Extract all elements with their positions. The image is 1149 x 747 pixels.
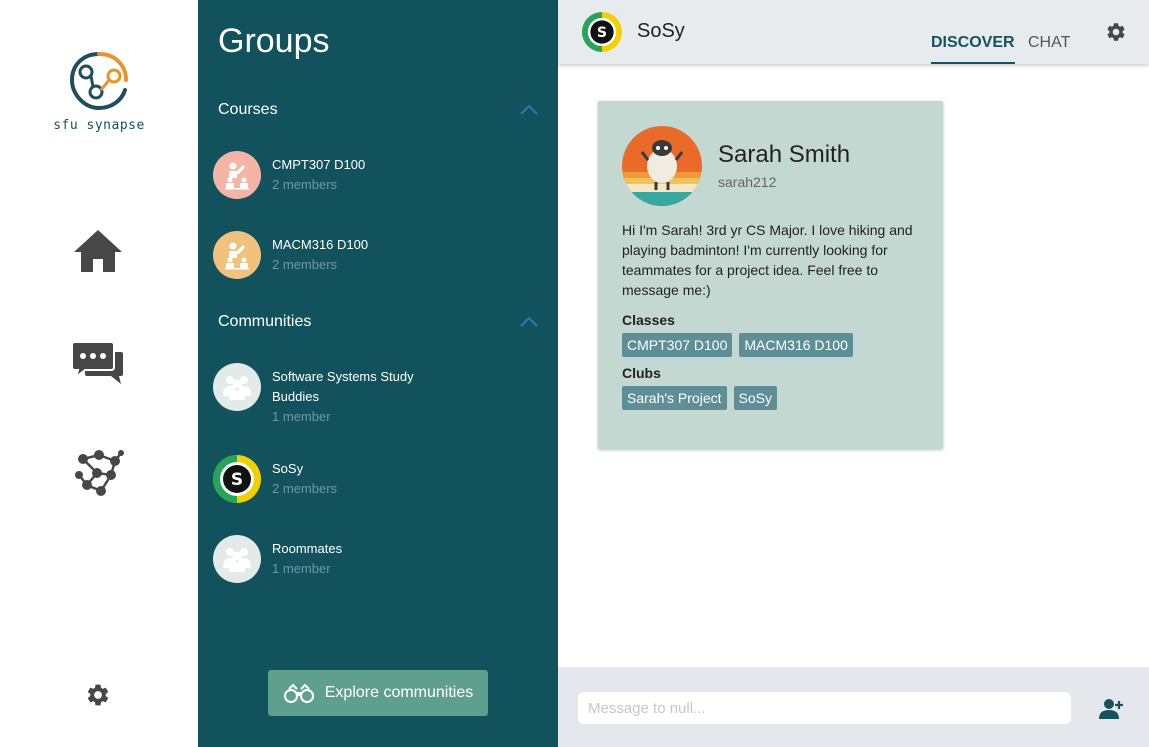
profile-username: sarah212 bbox=[718, 174, 777, 190]
group-name: Software Systems Study Buddies bbox=[272, 369, 414, 404]
chevron-up-icon bbox=[520, 317, 538, 327]
main-content: S SoSy DISCOVER CHAT Sarah Smith sarah21… bbox=[558, 0, 1149, 747]
sosy-avatar: S bbox=[213, 455, 261, 503]
groups-panel: Groups Courses CMPT307 D100 2 members MA… bbox=[198, 0, 558, 747]
courses-section-label: Courses bbox=[218, 101, 278, 118]
profile-card: Sarah Smith sarah212 Hi I'm Sarah! 3rd y… bbox=[598, 101, 943, 449]
synapse-logo-icon bbox=[69, 52, 128, 110]
communities-section-label: Communities bbox=[218, 313, 312, 330]
message-bar bbox=[558, 667, 1149, 747]
brand-logo: sfu synapse bbox=[34, 46, 164, 141]
sosy-logo-icon: S bbox=[582, 12, 622, 52]
people-icon bbox=[223, 376, 251, 400]
communities-section-header[interactable]: Communities bbox=[218, 310, 538, 334]
current-group-title: SoSy bbox=[637, 20, 685, 42]
chat-icon bbox=[71, 341, 123, 384]
sheep-avatar-icon bbox=[622, 126, 702, 206]
network-icon bbox=[75, 450, 124, 496]
group-name: SoSy bbox=[272, 461, 304, 476]
group-name: MACM316 D100 bbox=[272, 237, 369, 252]
profile-name: Sarah Smith bbox=[718, 141, 851, 168]
home-icon bbox=[74, 230, 122, 272]
profile-bio: Hi I'm Sarah! 3rd yr CS Major. I love hi… bbox=[622, 222, 913, 298]
course-avatar bbox=[213, 231, 261, 279]
group-member-count: 1 member bbox=[272, 409, 331, 424]
courses-section-header[interactable]: Courses bbox=[218, 98, 538, 122]
people-icon bbox=[223, 548, 251, 572]
class-chip[interactable]: CMPT307 D100 bbox=[622, 333, 733, 357]
community-avatar bbox=[213, 363, 261, 411]
explore-communities-label: Explore communities bbox=[324, 684, 474, 701]
club-chip[interactable]: Sarah's Project bbox=[622, 386, 727, 410]
chevron-up-icon bbox=[520, 105, 538, 115]
class-chip[interactable]: MACM316 D100 bbox=[739, 333, 853, 357]
group-item-software-systems-study-buddies[interactable]: Software Systems Study Buddies 1 member bbox=[213, 363, 543, 427]
top-bar: S SoSy DISCOVER CHAT bbox=[558, 0, 1149, 64]
tab-discover[interactable]: DISCOVER bbox=[931, 34, 1015, 64]
group-member-count: 2 members bbox=[272, 177, 338, 192]
svg-text:S: S bbox=[231, 470, 243, 490]
classes-label: Classes bbox=[622, 312, 675, 328]
rail-settings-button[interactable] bbox=[70, 667, 126, 723]
sosy-logo-icon: S bbox=[213, 455, 261, 503]
group-item-cmpt307[interactable]: CMPT307 D100 2 members bbox=[213, 151, 543, 199]
classroom-icon bbox=[225, 162, 249, 190]
community-avatar bbox=[213, 535, 261, 583]
group-name: Roommates bbox=[272, 541, 343, 556]
brand-name: sfu synapse bbox=[53, 118, 145, 133]
clubs-label: Clubs bbox=[622, 365, 661, 381]
add-user-icon[interactable] bbox=[1098, 697, 1124, 721]
course-avatar bbox=[213, 151, 261, 199]
group-member-count: 1 member bbox=[272, 561, 331, 576]
club-chip[interactable]: SoSy bbox=[733, 386, 777, 410]
binoculars-icon bbox=[283, 683, 314, 703]
group-name: CMPT307 D100 bbox=[272, 157, 366, 172]
svg-text:S: S bbox=[597, 25, 607, 41]
group-member-count: 2 members bbox=[272, 257, 338, 272]
group-item-sosy[interactable]: S SoSy 2 members bbox=[213, 455, 543, 503]
group-member-count: 2 members bbox=[272, 481, 338, 496]
app-window: sfu synapse Groups Courses CMPT307 D100 … bbox=[0, 0, 1149, 747]
group-item-macm316[interactable]: MACM316 D100 2 members bbox=[213, 231, 543, 279]
profile-avatar[interactable] bbox=[622, 126, 702, 206]
clubs-chip-list: Sarah's Project SoSy bbox=[622, 386, 777, 410]
group-settings-gear-icon[interactable] bbox=[1105, 21, 1127, 43]
rail-chat-button[interactable] bbox=[70, 334, 126, 390]
classes-chip-list: CMPT307 D100 MACM316 D100 bbox=[622, 333, 853, 357]
message-input[interactable] bbox=[578, 692, 1071, 724]
rail-network-button[interactable] bbox=[70, 444, 126, 500]
explore-communities-button[interactable]: Explore communities bbox=[268, 670, 488, 716]
groups-title: Groups bbox=[218, 22, 330, 60]
gear-icon bbox=[87, 684, 109, 706]
group-item-roommates[interactable]: Roommates 1 member bbox=[213, 535, 543, 583]
nav-rail: sfu synapse bbox=[0, 0, 198, 747]
rail-home-button[interactable] bbox=[70, 223, 126, 279]
tab-chat[interactable]: CHAT bbox=[1028, 34, 1070, 64]
classroom-icon bbox=[225, 242, 249, 270]
